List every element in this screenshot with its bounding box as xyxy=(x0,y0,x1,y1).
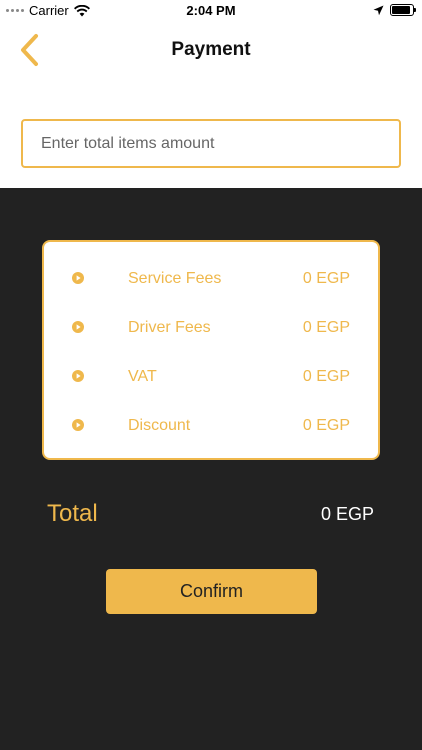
fee-value: 0 EGP xyxy=(302,368,350,385)
payment-summary-section: Service Fees 0 EGP Driver Fees 0 EGP VAT… xyxy=(0,188,422,750)
fee-row-discount: Discount 0 EGP xyxy=(44,414,378,438)
fee-row-driver-fees: Driver Fees 0 EGP xyxy=(44,316,378,340)
fee-label: Driver Fees xyxy=(128,319,211,336)
play-circle-icon xyxy=(72,272,84,284)
total-value: 0 EGP xyxy=(320,504,374,524)
total-label: Total xyxy=(47,500,98,527)
fee-value: 0 EGP xyxy=(302,270,350,287)
fee-row-service-fees: Service Fees 0 EGP xyxy=(44,267,378,291)
fee-row-vat: VAT 0 EGP xyxy=(44,365,378,389)
battery-icon xyxy=(390,4,416,16)
location-arrow-icon xyxy=(373,5,384,15)
status-right xyxy=(373,4,416,16)
play-circle-icon xyxy=(72,321,84,333)
status-bar: Carrier 2:04 PM xyxy=(0,0,422,22)
play-circle-icon xyxy=(72,370,84,382)
fee-label: Service Fees xyxy=(128,270,222,287)
play-circle-icon xyxy=(72,419,84,431)
fee-label: VAT xyxy=(128,368,157,385)
total-items-amount-input[interactable] xyxy=(21,119,401,168)
fee-value: 0 EGP xyxy=(302,319,350,336)
navigation-header: Payment xyxy=(0,22,422,78)
page-title: Payment xyxy=(171,39,251,60)
fee-label: Discount xyxy=(128,417,191,434)
status-time: 2:04 PM xyxy=(186,3,236,18)
fee-value: 0 EGP xyxy=(302,417,350,434)
battery-level xyxy=(392,6,410,14)
confirm-button[interactable]: Confirm xyxy=(106,569,317,614)
fees-card: Service Fees 0 EGP Driver Fees 0 EGP VAT… xyxy=(42,240,380,460)
